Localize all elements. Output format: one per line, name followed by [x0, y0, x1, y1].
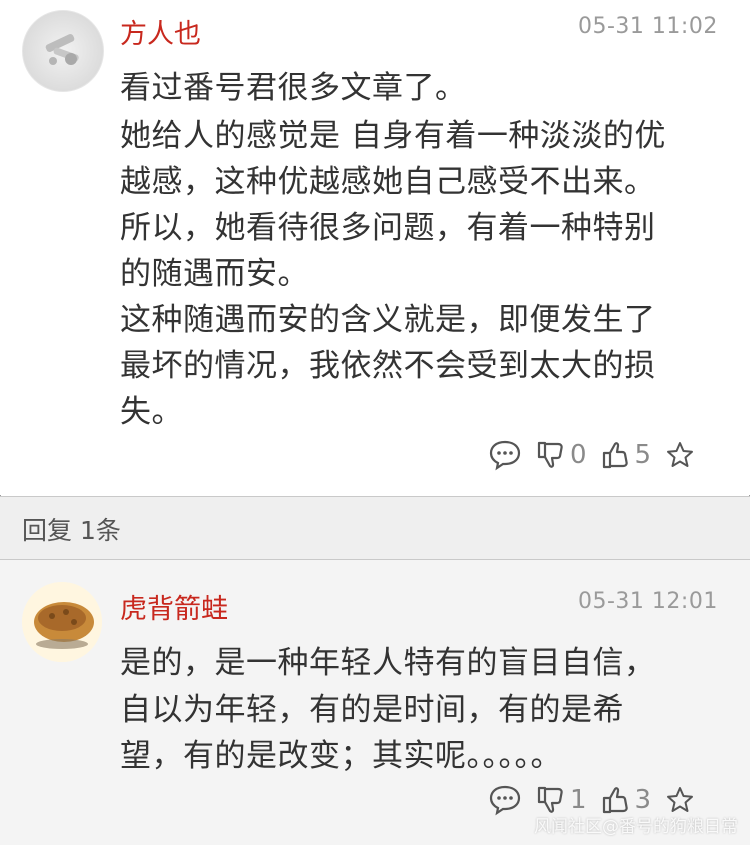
reply-text-line: 是的，是一种年轻人特有的盲目自信，: [120, 645, 656, 681]
dislike-count: 1: [570, 785, 587, 815]
thumbs-down-icon: [536, 439, 566, 471]
star-icon: [665, 785, 695, 815]
timestamp: 05-31 11:02: [578, 14, 718, 39]
reply-button[interactable]: [488, 439, 522, 471]
like-count: 5: [634, 440, 652, 470]
dislike-count: 0: [570, 440, 587, 470]
like-button[interactable]: 5: [601, 439, 652, 471]
thumbs-up-icon: [601, 439, 631, 471]
reply-text-line: 自以为年轻，有的是时间，有的是希: [120, 692, 624, 728]
reply-count-label: 回复 1条: [22, 516, 121, 545]
favorite-button[interactable]: [665, 785, 695, 815]
comment-text-line: 越感，这种优越感她自己感受不出来。: [120, 164, 656, 200]
comment-text-line: 最坏的情况，我依然不会受到太大的损: [120, 348, 656, 384]
reply-count-bar[interactable]: 回复 1条: [0, 497, 750, 559]
username[interactable]: 虎背箭蛙: [120, 587, 228, 626]
comment-text-line: 所以，她看待很多问题，有着一种特别: [120, 210, 656, 246]
comment-icon: [488, 784, 522, 816]
comment-icon: [488, 439, 522, 471]
comment-text-line: 的随遇而安。: [120, 256, 309, 292]
watermark: 风闻社区@番号的狗粮日常: [534, 817, 738, 837]
avatar[interactable]: [22, 10, 104, 92]
avatar[interactable]: [22, 582, 102, 662]
comment-actions: 0 5: [488, 437, 709, 473]
dislike-button[interactable]: 0: [536, 439, 587, 471]
like-count: 3: [634, 785, 652, 815]
reply-button[interactable]: [488, 784, 522, 816]
comment-text-line: 这种随遇而安的含义就是，即便发生了: [120, 302, 656, 338]
comment-text-line: 她给人的感觉是 自身有着一种淡淡的优: [120, 118, 666, 154]
username[interactable]: 方人也: [120, 12, 201, 51]
timestamp: 05-31 12:01: [578, 589, 718, 614]
favorite-button[interactable]: [665, 440, 695, 470]
reply-text-line: 望，有的是改变；其实呢。。。。。: [120, 738, 562, 774]
main-comment: 方人也 05-31 11:02 看过番号君很多文章了。 她给人的感觉是 自身有着…: [0, 0, 750, 495]
comment-text-line: 看过番号君很多文章了。: [120, 70, 467, 106]
comment-text-line: 失。: [120, 394, 183, 430]
star-icon: [665, 440, 695, 470]
